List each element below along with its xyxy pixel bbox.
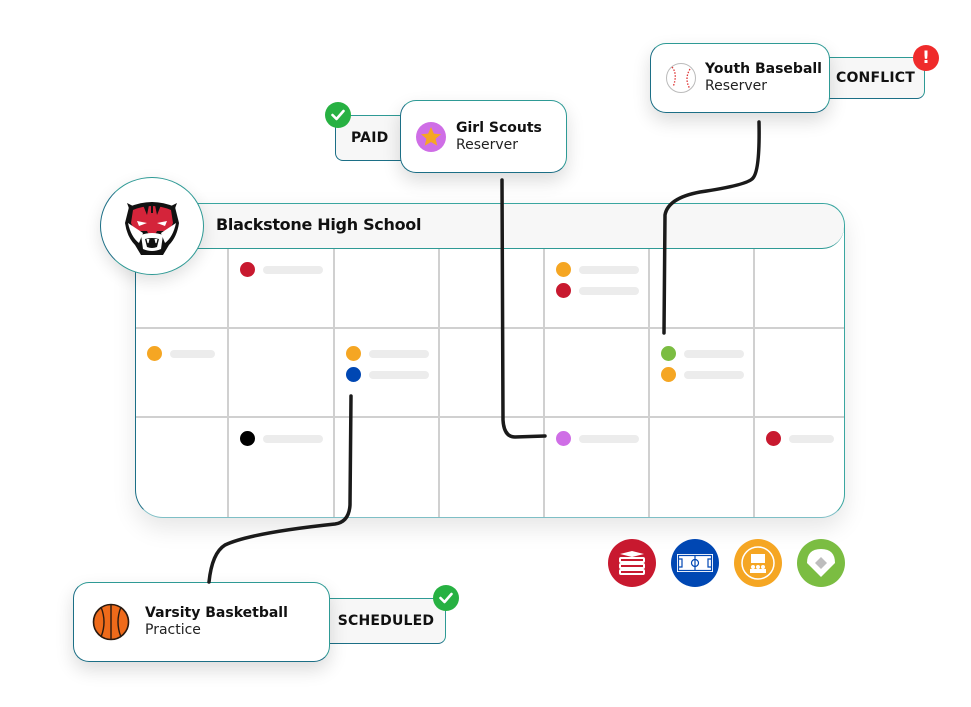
event-color-dot: [147, 346, 162, 361]
grid-divider: [136, 327, 844, 329]
calendar-event[interactable]: [240, 262, 323, 277]
calendar-event[interactable]: [661, 367, 744, 382]
calendar-event[interactable]: [556, 431, 639, 446]
callout-varsity-basketball[interactable]: Varsity Basketball Practice: [73, 582, 330, 662]
event-color-dot: [240, 262, 255, 277]
event-color-dot: [766, 431, 781, 446]
event-placeholder-bar: [579, 286, 639, 295]
event-placeholder-bar: [684, 349, 744, 358]
calendar: Blackstone High School: [135, 203, 845, 518]
callout-subtitle: Reserver: [456, 136, 519, 153]
event-placeholder-bar: [263, 265, 323, 274]
callout-subtitle: Reserver: [705, 78, 768, 94]
status-label: SCHEDULED: [337, 613, 435, 629]
event-color-dot: [661, 367, 676, 382]
calendar-event[interactable]: [661, 346, 744, 361]
callout-title: Girl Scouts: [456, 119, 542, 136]
event-color-dot: [240, 431, 255, 446]
check-badge-icon: [325, 102, 351, 128]
basketball-court-icon[interactable]: [671, 539, 719, 587]
callout-title: Youth Baseball: [705, 61, 822, 77]
baseball-icon: [665, 62, 697, 94]
conflict-badge-icon: !: [913, 45, 939, 71]
callout-subtitle: Practice: [145, 622, 201, 638]
event-placeholder-bar: [369, 349, 429, 358]
grid-divider: [753, 249, 755, 517]
library-icon[interactable]: [608, 539, 656, 587]
calendar-header: Blackstone High School: [136, 204, 844, 249]
event-placeholder-bar: [789, 434, 834, 443]
event-color-dot: [556, 262, 571, 277]
baseball-field-icon[interactable]: [797, 539, 845, 587]
grid-divider: [648, 249, 650, 517]
tiger-mascot-icon: [125, 202, 179, 255]
status-tag-scheduled: SCHEDULED: [318, 598, 446, 644]
event-placeholder-bar: [369, 370, 429, 379]
event-placeholder-bar: [579, 265, 639, 274]
calendar-event[interactable]: [240, 431, 323, 446]
star-icon: [415, 121, 447, 153]
calendar-event[interactable]: [556, 283, 639, 298]
callout-girl-scouts[interactable]: Girl Scouts Reserver: [400, 100, 567, 173]
school-name: Blackstone High School: [216, 215, 422, 234]
calendar-event[interactable]: [346, 367, 429, 382]
grid-divider: [136, 416, 844, 418]
auditorium-icon[interactable]: [734, 539, 782, 587]
event-placeholder-bar: [579, 434, 639, 443]
grid-divider: [227, 249, 229, 517]
status-label: CONFLICT: [835, 70, 915, 86]
calendar-event[interactable]: [346, 346, 429, 361]
calendar-event[interactable]: [147, 346, 215, 361]
event-color-dot: [346, 367, 361, 382]
basketball-icon: [92, 603, 130, 641]
calendar-event[interactable]: [766, 431, 834, 446]
event-color-dot: [346, 346, 361, 361]
event-color-dot: [661, 346, 676, 361]
grid-divider: [438, 249, 440, 517]
check-badge-icon: [433, 585, 459, 611]
callout-youth-baseball[interactable]: Youth Baseball Reserver: [650, 43, 830, 113]
event-placeholder-bar: [263, 434, 323, 443]
grid-divider: [333, 249, 335, 517]
grid-divider: [543, 249, 545, 517]
event-placeholder-bar: [684, 370, 744, 379]
calendar-event[interactable]: [556, 262, 639, 277]
event-placeholder-bar: [170, 349, 215, 358]
status-tag-conflict: CONFLICT: [818, 57, 925, 99]
status-label: PAID: [351, 130, 389, 146]
event-color-dot: [556, 431, 571, 446]
school-logo: [100, 177, 204, 275]
event-color-dot: [556, 283, 571, 298]
callout-title: Varsity Basketball: [145, 605, 288, 621]
